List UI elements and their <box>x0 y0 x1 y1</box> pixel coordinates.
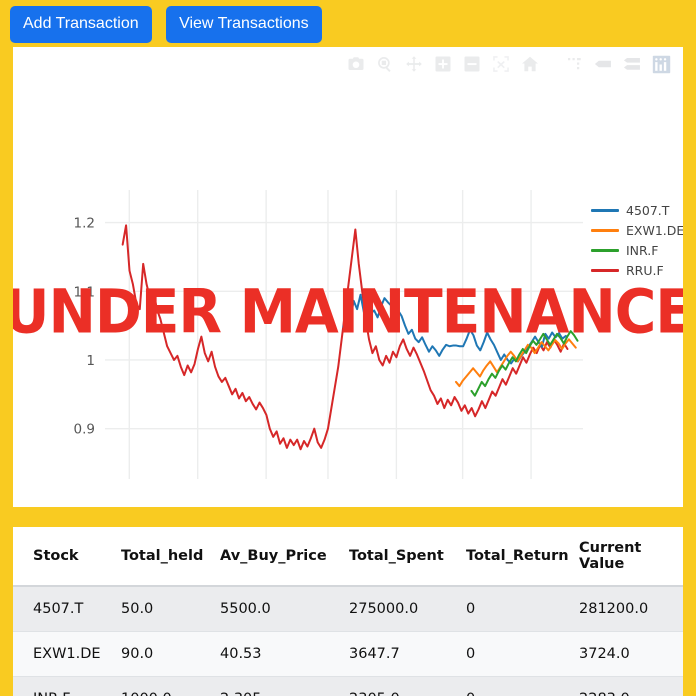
legend-item-label: RRU.F <box>626 262 664 278</box>
legend-swatch-icon <box>591 248 619 252</box>
table-cell: 1000.0 <box>121 676 220 696</box>
column-header-current-value: Current Value <box>579 527 683 587</box>
table-cell: 0 <box>466 586 579 632</box>
legend-item-label: 4507.T <box>626 202 670 218</box>
y-axis-tick-label: 1 <box>86 353 95 369</box>
table-cell: 2.305 <box>220 676 349 696</box>
table-row: EXW1.DE 90.0 40.53 3647.7 0 3724.0 <box>13 631 683 677</box>
table-header-row: Stock Total_held Av_Buy_Price Total_Spent To… <box>13 527 683 587</box>
table-cell: 0 <box>466 631 579 677</box>
zoom-in-icon[interactable] <box>433 54 453 74</box>
legend-item-inr-f[interactable]: INR.F <box>591 240 683 260</box>
column-header-av-buy-price: Av_Buy_Price <box>220 527 349 587</box>
legend-item-label: EXW1.DE <box>626 222 683 238</box>
autoscale-icon[interactable] <box>491 54 511 74</box>
table-head: Stock Total_held Av_Buy_Price Total_Spent To… <box>13 527 683 587</box>
reset-axes-home-icon[interactable] <box>520 54 540 74</box>
top-toolbar: Add Transaction View Transactions <box>0 0 696 47</box>
legend-swatch-icon <box>591 268 619 272</box>
download-plot-as-png-icon[interactable] <box>346 54 366 74</box>
table-cell: 2305.0 <box>349 676 466 696</box>
table-cell: 4507.T <box>13 586 121 632</box>
column-header-total-held: Total_held <box>121 527 220 587</box>
table-cell: 40.53 <box>220 631 349 677</box>
plot-svg: 1.21.110.9Dec 2020Jan 2021Feb 2021Mar 20… <box>74 190 583 479</box>
legend-swatch-icon <box>591 228 619 232</box>
table-cell: 275000.0 <box>349 586 466 632</box>
compare-data-on-hover-icon[interactable] <box>622 54 642 74</box>
legend-item-4507-t[interactable]: 4507.T <box>591 200 683 220</box>
table-cell: 90.0 <box>121 631 220 677</box>
table-cell: 5500.0 <box>220 586 349 632</box>
table-cell: 2283.0 <box>579 676 683 696</box>
column-header-total-return: Total_Return <box>466 527 579 587</box>
chart-legend: 4507.T EXW1.DE INR.F RRU.F <box>591 200 683 280</box>
stock-price-line-chart[interactable]: 1.21.110.9Dec 2020Jan 2021Feb 2021Mar 20… <box>13 73 683 493</box>
zoom-out-icon[interactable] <box>462 54 482 74</box>
table-body: 4507.T 50.0 5500.0 275000.0 0 281200.0 EXW1.DE… <box>13 586 683 696</box>
table-cell: 0 <box>466 676 579 696</box>
table-cell: 50.0 <box>121 586 220 632</box>
legend-item-rru-f[interactable]: RRU.F <box>591 260 683 280</box>
chart-card: 1.21.110.9Dec 2020Jan 2021Feb 2021Mar 20… <box>13 47 683 507</box>
legend-item-label: INR.F <box>626 242 659 258</box>
column-header-total-spent: Total_Spent <box>349 527 466 587</box>
series-line-rru-f <box>121 224 569 451</box>
table-cell: 3647.7 <box>349 631 466 677</box>
show-closest-on-hover-icon[interactable] <box>593 54 613 74</box>
column-header-stock: Stock <box>13 527 121 587</box>
table-row: INR.F1000.02.3052305.002283.0 <box>13 676 683 696</box>
table-cell: INR.F <box>13 676 121 696</box>
y-axis-tick-label: 1.1 <box>74 284 95 300</box>
table-row: 4507.T 50.0 5500.0 275000.0 0 281200.0 <box>13 586 683 632</box>
add-transaction-button[interactable]: Add Transaction <box>10 6 152 43</box>
legend-item-exw1-de[interactable]: EXW1.DE <box>591 220 683 240</box>
portfolio-table: Stock Total_held Av_Buy_Price Total_Spent To… <box>13 527 683 696</box>
table-cell: 3724.0 <box>579 631 683 677</box>
table-cell: EXW1.DE <box>13 631 121 677</box>
y-axis-tick-label: 0.9 <box>74 422 95 438</box>
legend-swatch-icon <box>591 208 619 212</box>
plotly-logo-icon[interactable] <box>651 54 671 74</box>
table-cell: 281200.0 <box>579 586 683 632</box>
view-transactions-button[interactable]: View Transactions <box>166 6 322 43</box>
portfolio-table-card: Stock Total_held Av_Buy_Price Total_Spent To… <box>13 527 683 696</box>
zoom-icon[interactable] <box>375 54 395 74</box>
y-axis-tick-label: 1.2 <box>74 216 95 232</box>
toggle-spike-lines-icon[interactable] <box>564 54 584 74</box>
pan-icon[interactable] <box>404 54 424 74</box>
